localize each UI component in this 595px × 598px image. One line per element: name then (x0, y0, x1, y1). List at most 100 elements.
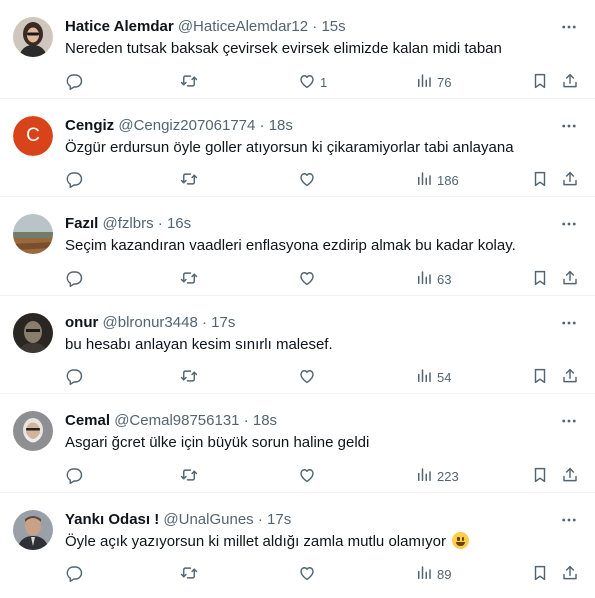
bookmark-button[interactable] (531, 368, 549, 388)
retweet-button[interactable] (180, 466, 202, 486)
bookmark-button[interactable] (531, 72, 549, 92)
share-button[interactable] (561, 269, 579, 289)
view-count: 63 (437, 271, 452, 287)
like-button[interactable]: 1 (298, 72, 327, 92)
like-button[interactable] (298, 466, 320, 486)
retweet-button[interactable] (180, 171, 202, 191)
timestamp[interactable]: 18s (269, 117, 293, 134)
user-name[interactable]: Cemal (65, 412, 110, 429)
retweet-button[interactable] (180, 72, 202, 92)
reply-button[interactable] (65, 565, 87, 585)
tweet-feed: Hatice Alemdar @HaticeAlemdar12 · 15s Ne… (0, 0, 595, 591)
tweet[interactable]: C Cengiz @Cengiz207061774 · 18s Özgür er… (0, 99, 595, 197)
share-icon (561, 564, 579, 585)
tweet[interactable]: onur @blronur3448 · 17s bu hesabı anlaya… (0, 296, 595, 394)
more-options-icon[interactable] (559, 411, 579, 431)
tweet-actions: 1 76 (65, 72, 581, 92)
like-button[interactable] (298, 368, 320, 388)
share-button[interactable] (561, 368, 579, 388)
retweet-button[interactable] (180, 269, 202, 289)
separator-dot: · (257, 510, 263, 528)
user-handle[interactable]: @Cemal98756131 (114, 412, 239, 429)
more-options-icon[interactable] (559, 116, 579, 136)
tweet[interactable]: Cemal @Cemal98756131 · 18s Asgari ğcret … (0, 394, 595, 493)
retweet-button[interactable] (180, 368, 202, 388)
timestamp[interactable]: 17s (267, 511, 291, 528)
more-options-icon[interactable] (559, 17, 579, 37)
reply-icon (65, 72, 83, 93)
bookmark-icon (531, 170, 549, 191)
tweet[interactable]: Hatice Alemdar @HaticeAlemdar12 · 15s Ne… (0, 0, 595, 99)
avatar[interactable]: C (13, 115, 53, 156)
tweet-text: Özgür erdursun öyle goller atıyorsun ki … (65, 138, 581, 158)
share-icon (561, 269, 579, 290)
tweet[interactable]: Yankı Odası ! @UnalGunes · 17s Öyle açık… (0, 493, 595, 592)
tweet-actions: 89 (65, 565, 581, 585)
user-handle[interactable]: @Cengiz207061774 (118, 117, 255, 134)
user-handle[interactable]: @fzlbrs (103, 215, 154, 232)
bar-chart-icon (415, 72, 433, 93)
user-name[interactable]: Yankı Odası ! (65, 511, 159, 528)
bookmark-button[interactable] (531, 466, 549, 486)
more-options-icon[interactable] (559, 510, 579, 530)
avatar[interactable] (13, 312, 53, 353)
tweet-text-content: Özgür erdursun öyle goller atıyorsun ki … (65, 138, 514, 156)
user-handle[interactable]: @UnalGunes (163, 511, 253, 528)
user-name[interactable]: Hatice Alemdar (65, 18, 174, 35)
bookmark-icon (531, 564, 549, 585)
reply-button[interactable] (65, 368, 87, 388)
timestamp[interactable]: 16s (167, 215, 191, 232)
avatar[interactable] (13, 214, 53, 254)
avatar[interactable] (13, 411, 53, 451)
bookmark-icon (531, 367, 549, 388)
user-name[interactable]: Cengiz (65, 117, 114, 134)
share-button[interactable] (561, 466, 579, 486)
timestamp[interactable]: 18s (253, 412, 277, 429)
user-name[interactable]: onur (65, 314, 98, 331)
reply-button[interactable] (65, 72, 87, 92)
retweet-button[interactable] (180, 565, 202, 585)
reply-icon (65, 269, 83, 290)
reply-button[interactable] (65, 171, 87, 191)
user-name[interactable]: Fazıl (65, 215, 98, 232)
retweet-icon (180, 170, 198, 191)
tweet-text: Asgari ğcret ülke için büyük sorun halin… (65, 433, 581, 453)
timestamp[interactable]: 17s (211, 314, 235, 331)
share-button[interactable] (561, 171, 579, 191)
avatar[interactable] (13, 17, 53, 57)
views-button[interactable]: 63 (415, 269, 451, 289)
grinning-face-emoji (452, 531, 470, 549)
reply-button[interactable] (65, 269, 87, 289)
tweet-header: Cengiz @Cengiz207061774 · 18s (65, 116, 551, 136)
share-button[interactable] (561, 72, 579, 92)
bookmark-button[interactable] (531, 269, 549, 289)
user-handle[interactable]: @blronur3448 (103, 314, 198, 331)
more-options-icon[interactable] (559, 214, 579, 234)
separator-dot: · (157, 215, 163, 232)
more-options-icon[interactable] (559, 313, 579, 333)
like-button[interactable] (298, 171, 320, 191)
retweet-icon (180, 466, 198, 487)
views-button[interactable]: 89 (415, 565, 451, 585)
bar-chart-icon (415, 367, 433, 388)
views-button[interactable]: 223 (415, 466, 459, 486)
avatar[interactable] (13, 509, 53, 550)
share-button[interactable] (561, 565, 579, 585)
like-button[interactable] (298, 269, 320, 289)
user-handle[interactable]: @HaticeAlemdar12 (178, 18, 308, 35)
like-button[interactable] (298, 565, 320, 585)
separator-dot: · (243, 412, 249, 429)
tweet[interactable]: Fazıl @fzlbrs · 16s Seçim kazandıran vaa… (0, 197, 595, 296)
bookmark-button[interactable] (531, 171, 549, 191)
bookmark-button[interactable] (531, 565, 549, 585)
views-button[interactable]: 186 (415, 171, 459, 191)
views-button[interactable]: 54 (415, 368, 451, 388)
retweet-icon (180, 367, 198, 388)
timestamp[interactable]: 15s (321, 18, 345, 35)
reply-button[interactable] (65, 466, 87, 486)
bookmark-icon (531, 72, 549, 93)
tweet-text: Nereden tutsak baksak çevirsek evirsek e… (65, 39, 581, 59)
views-button[interactable]: 76 (415, 72, 451, 92)
tweet-header: Hatice Alemdar @HaticeAlemdar12 · 15s (65, 17, 551, 37)
avatar-letter: C (13, 115, 53, 156)
